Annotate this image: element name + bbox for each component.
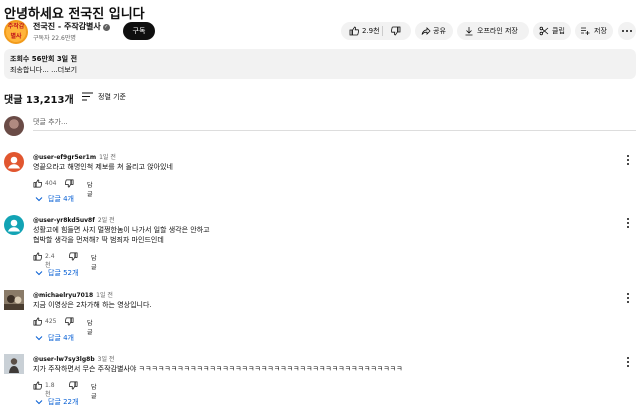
share-icon	[421, 26, 431, 36]
reply-button[interactable]: 답글	[91, 253, 97, 271]
comment-header: @michaelryu7018 1일 전	[33, 290, 113, 299]
view-count-date: 조회수 56만회 3일 전	[10, 55, 78, 63]
add-comment-underline	[33, 130, 636, 131]
description-text[interactable]: 죄송합니다... ...더보기	[10, 65, 77, 75]
reply-button[interactable]: 답글	[87, 180, 93, 198]
comment-header: @user-yr8kd5uv8f 2일 전	[33, 215, 115, 224]
save-label: 저장	[594, 27, 607, 35]
replies-count: 답글 22개	[48, 398, 79, 406]
share-label: 공유	[433, 27, 446, 35]
sort-icon	[82, 92, 93, 101]
comment-header: @user-ef9gr5er1m 1일 전	[33, 152, 116, 161]
comment-like-count: 1.8천	[45, 382, 55, 398]
more-actions-button[interactable]	[618, 22, 636, 40]
subscriber-count: 구독자 22.6만명	[33, 35, 76, 42]
thumbs-up-icon[interactable]	[349, 26, 359, 36]
comment-text: 지가 주작하면서 무슨 주작감별사야 ㅋㅋㅋㅋㅋㅋㅋㅋㅋㅋㅋㅋㅋㅋㅋㅋㅋㅋㅋㅋㅋ…	[33, 364, 403, 374]
like-count[interactable]: 2.9천	[362, 22, 380, 40]
comment-author[interactable]: @user-lw7sy3lg8b	[33, 356, 95, 363]
comment-line: 영끝으라고 해명인척 제보를 쳐 올리고 앉아있네	[33, 163, 173, 171]
comment-time[interactable]: 3일 전	[98, 356, 115, 363]
share-button[interactable]: 공유	[415, 22, 453, 40]
channel-avatar-logo: 주작감별사	[6, 22, 26, 42]
commenter-avatar[interactable]	[4, 354, 24, 374]
comment-line: 지금 이영상은 2차가해 하는 영상입니다.	[33, 301, 152, 309]
my-avatar	[4, 116, 24, 136]
comment-like-count: 425	[45, 318, 57, 325]
thumbs-down-icon[interactable]	[65, 317, 74, 326]
clip-label: 클립	[552, 27, 565, 35]
add-comment-input[interactable]: 댓글 추가...	[33, 117, 68, 127]
comment-author[interactable]: @user-ef9gr5er1m	[33, 154, 96, 161]
like-divider	[382, 26, 383, 36]
comment-line: 성활고에 힘들면 사지 멀쩡한놈이 나가서 일할 생각은 안하고	[33, 226, 210, 234]
scissors-icon	[539, 26, 549, 36]
chevron-down-icon	[35, 398, 43, 406]
comment-text: 지금 이영상은 2차가해 하는 영상입니다.	[33, 300, 152, 310]
offline-save-button[interactable]: 오프라인 저장	[457, 22, 529, 40]
comment-time[interactable]: 1일 전	[99, 154, 116, 161]
thumbs-down-icon[interactable]	[391, 26, 401, 36]
offline-save-label: 오프라인 저장	[477, 27, 518, 35]
thumbs-up-icon[interactable]	[33, 252, 42, 261]
reply-button[interactable]: 답글	[87, 318, 93, 336]
clip-button[interactable]: 클립	[533, 22, 571, 40]
commenter-avatar[interactable]	[4, 290, 24, 310]
comment-menu-icon[interactable]	[624, 356, 632, 368]
reply-button[interactable]: 답글	[91, 382, 97, 400]
comment-like-count: 2.4천	[45, 253, 55, 269]
comment-text: 영끝으라고 해명인척 제보를 쳐 올리고 앉아있네	[33, 162, 173, 172]
chevron-down-icon	[35, 269, 43, 277]
sort-label: 정렬 기준	[98, 93, 126, 101]
comment-time[interactable]: 1일 전	[96, 292, 113, 299]
description-box[interactable]: 조회수 56만회 3일 전 죄송합니다... ...더보기	[4, 49, 636, 79]
comment-time[interactable]: 2일 전	[98, 217, 115, 224]
comment-like-count: 404	[45, 180, 57, 187]
comment-author[interactable]: @michaelryu7018	[33, 292, 93, 299]
replies-count: 답글 52개	[48, 269, 79, 277]
chevron-down-icon	[35, 334, 43, 342]
thumbs-up-icon[interactable]	[33, 381, 42, 390]
thumbs-down-icon[interactable]	[69, 381, 78, 390]
playlist-add-icon	[580, 26, 590, 36]
save-to-playlist-button[interactable]: 저장	[575, 22, 613, 40]
like-dislike-group: 2.9천	[341, 22, 411, 40]
commenter-avatar[interactable]	[4, 215, 24, 235]
channel-avatar[interactable]: 주작감별사	[4, 20, 28, 44]
more-horizontal-icon	[622, 30, 632, 32]
commenter-avatar[interactable]	[4, 152, 24, 172]
channel-name-text[interactable]: 전국진 - 주작감별사	[33, 22, 101, 31]
comment-menu-icon[interactable]	[624, 217, 632, 229]
thumbs-up-icon[interactable]	[33, 317, 42, 326]
comment-text: 성활고에 힘들면 사지 멀쩡한놈이 나가서 일할 생각은 안하고 협박할 생각을…	[33, 225, 210, 245]
comment-count: 댓글 13,213개	[4, 95, 74, 106]
comment-header: @user-lw7sy3lg8b 3일 전	[33, 354, 114, 363]
comment-menu-icon[interactable]	[624, 292, 632, 304]
chevron-down-icon	[35, 195, 43, 203]
comment-menu-icon[interactable]	[624, 154, 632, 166]
thumbs-up-icon[interactable]	[33, 179, 42, 188]
download-icon	[464, 26, 474, 36]
subscribe-button[interactable]: 구독	[123, 22, 155, 40]
comment-author[interactable]: @user-yr8kd5uv8f	[33, 217, 95, 224]
comment-line: 지가 주작하면서 무슨 주작감별사야 ㅋㅋㅋㅋㅋㅋㅋㅋㅋㅋㅋㅋㅋㅋㅋㅋㅋㅋㅋㅋㅋ…	[33, 365, 403, 373]
verified-check-icon: ✓	[102, 24, 110, 31]
channel-owner-row: 주작감별사 전국진 - 주작감별사 ✓ 구독자 22.6만명 구독 2.9천 공유…	[4, 20, 636, 44]
thumbs-down-icon[interactable]	[65, 179, 74, 188]
replies-count: 답글 4개	[48, 334, 74, 342]
channel-name[interactable]: 전국진 - 주작감별사 ✓	[33, 21, 110, 32]
thumbs-down-icon[interactable]	[69, 252, 78, 261]
replies-count: 답글 4개	[48, 195, 74, 203]
comment-line: 협박할 생각을 먼저해? 딱 범죄자 마인드인데	[33, 236, 164, 244]
